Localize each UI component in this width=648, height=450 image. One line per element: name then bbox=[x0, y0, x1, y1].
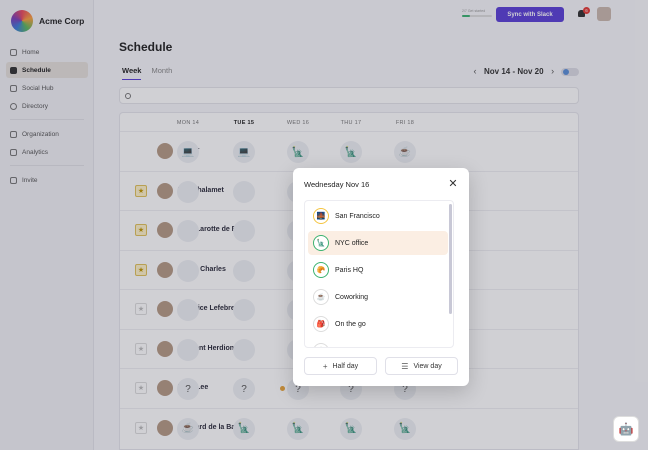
location-label: Paris HQ bbox=[335, 266, 364, 274]
plus-icon: + bbox=[322, 361, 328, 371]
location-option[interactable]: 🗽 NYC office bbox=[308, 231, 448, 255]
location-option[interactable]: ☕ Coworking bbox=[308, 285, 448, 309]
day-modal: Wednesday Nov 16 ✕ 🌉 San Francisco 🗽 NYC of… bbox=[293, 168, 469, 386]
scrollbar[interactable] bbox=[449, 204, 452, 314]
menu-icon: ☰ bbox=[401, 361, 409, 371]
location-list: 🌉 San Francisco 🗽 NYC office 🥐 Paris HQ ☕ Cowor… bbox=[304, 200, 454, 348]
view-day-label: View day bbox=[413, 362, 442, 370]
location-option[interactable]: 🎒 On the go bbox=[308, 312, 448, 336]
location-icon: 🌉 bbox=[313, 208, 329, 224]
location-option[interactable]: 🌴 Not working bbox=[308, 339, 448, 349]
half-day-label: Half day bbox=[332, 362, 359, 370]
location-label: Coworking bbox=[335, 293, 369, 301]
location-icon: 🥐 bbox=[313, 262, 329, 278]
view-day-button[interactable]: ☰ View day bbox=[385, 357, 458, 375]
location-icon: 🎒 bbox=[313, 316, 329, 332]
location-option[interactable]: 🌉 San Francisco bbox=[308, 204, 448, 228]
location-icon: 🌴 bbox=[313, 343, 329, 347]
half-day-button[interactable]: + Half day bbox=[304, 357, 377, 375]
location-icon: 🗽 bbox=[313, 235, 329, 251]
close-icon[interactable]: ✕ bbox=[447, 177, 459, 190]
modal-title: Wednesday Nov 16 bbox=[304, 180, 370, 189]
location-label: San Francisco bbox=[335, 212, 380, 220]
location-label: Not working bbox=[335, 348, 372, 349]
location-label: NYC office bbox=[335, 239, 369, 247]
location-option[interactable]: 🥐 Paris HQ bbox=[308, 258, 448, 282]
help-bot-icon[interactable]: 🤖 bbox=[613, 416, 639, 442]
location-label: On the go bbox=[335, 320, 366, 328]
location-icon: ☕ bbox=[313, 289, 329, 305]
